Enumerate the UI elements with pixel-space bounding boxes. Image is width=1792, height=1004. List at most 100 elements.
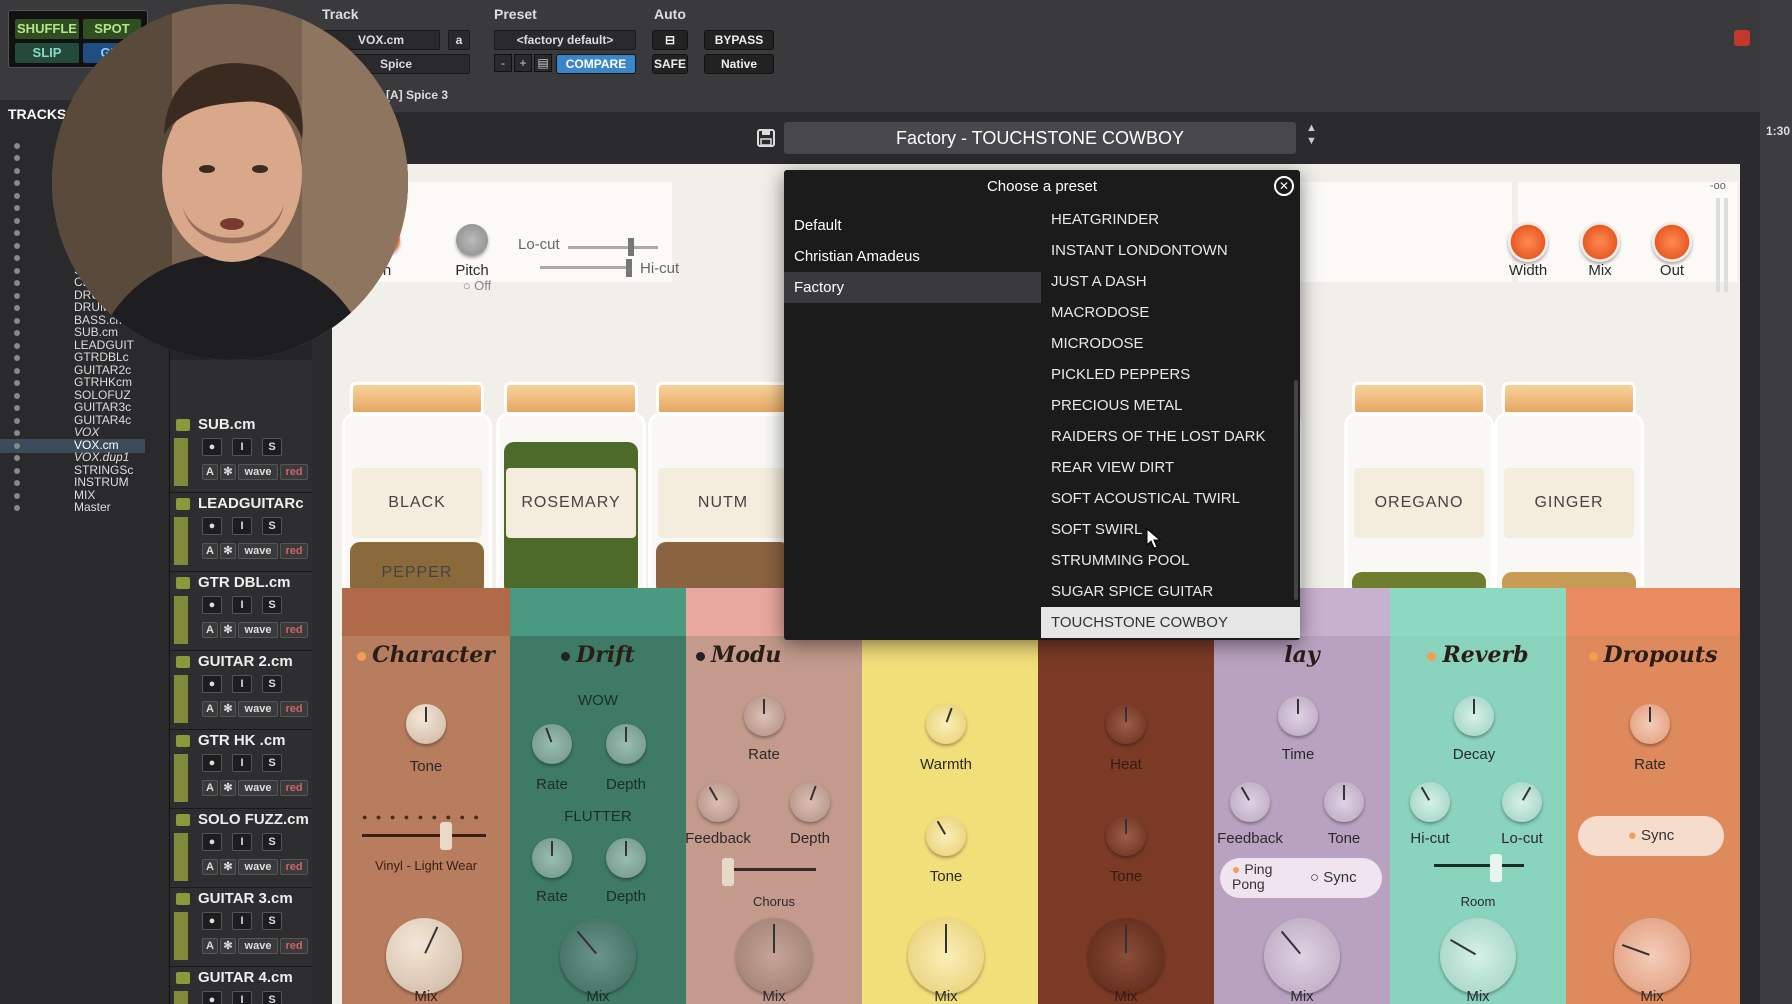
- strip-expand-icon[interactable]: [176, 656, 190, 668]
- input-monitor-button[interactable]: I: [232, 912, 252, 930]
- automation-mode[interactable]: red: [280, 859, 308, 875]
- view-selector[interactable]: wave: [238, 938, 278, 954]
- automation-mode[interactable]: red: [280, 938, 308, 954]
- strip-expand-icon[interactable]: [176, 814, 190, 826]
- strip-expand-icon[interactable]: [176, 419, 190, 431]
- record-button[interactable]: ●: [202, 912, 222, 930]
- mod-rate-knob[interactable]: [744, 696, 784, 736]
- preset-scrollbar[interactable]: [1294, 380, 1298, 600]
- drift-led-icon[interactable]: [561, 651, 571, 661]
- automation-icon[interactable]: A: [202, 859, 218, 875]
- auto-enable-icon[interactable]: ⊟: [652, 30, 688, 50]
- character-mix-knob[interactable]: [386, 918, 462, 994]
- delay-sync-option[interactable]: ○ Sync: [1310, 869, 1357, 886]
- track-visibility-dot[interactable]: [14, 443, 20, 449]
- native-button[interactable]: Native: [704, 54, 774, 74]
- character-tone-knob[interactable]: [406, 704, 446, 744]
- preset-item[interactable]: SOFT SWIRL: [1041, 514, 1300, 545]
- reverb-locut-knob[interactable]: [1502, 782, 1542, 822]
- track-visibility-dot[interactable]: [14, 355, 20, 361]
- track-list-item[interactable]: VOX.dup1: [74, 450, 129, 464]
- view-selector[interactable]: wave: [238, 859, 278, 875]
- compare-button[interactable]: COMPARE: [556, 54, 636, 74]
- delay-time-knob[interactable]: [1278, 696, 1318, 736]
- preset-prev-button[interactable]: -: [494, 54, 512, 72]
- solo-button[interactable]: S: [262, 438, 282, 456]
- track-visibility-dot[interactable]: [14, 380, 20, 386]
- preset-item[interactable]: MICRODOSE: [1041, 328, 1300, 359]
- preset-item[interactable]: JUST A DASH: [1041, 266, 1300, 297]
- spice-jar[interactable]: NUTM: [648, 382, 798, 622]
- dropouts-sync-button[interactable]: ● Sync: [1578, 816, 1724, 856]
- spice-jar[interactable]: BLACK PEPPER: [342, 382, 492, 622]
- track-visibility-dot[interactable]: [14, 243, 20, 249]
- snowflake-icon[interactable]: ✻: [220, 780, 236, 796]
- solo-button[interactable]: S: [262, 991, 282, 1004]
- snowflake-icon[interactable]: ✻: [220, 543, 236, 559]
- pitch-knob[interactable]: [456, 224, 488, 256]
- automation-icon[interactable]: A: [202, 622, 218, 638]
- vinyl-slider[interactable]: [362, 834, 486, 837]
- record-button[interactable]: ●: [202, 754, 222, 772]
- view-selector[interactable]: wave: [238, 464, 278, 480]
- safe-button[interactable]: SAFE: [652, 54, 688, 74]
- track-visibility-dot[interactable]: [14, 480, 20, 486]
- snowflake-icon[interactable]: ✻: [220, 464, 236, 480]
- close-icon[interactable]: ✕: [1274, 176, 1294, 196]
- record-button[interactable]: ●: [202, 517, 222, 535]
- track-visibility-dot[interactable]: [14, 155, 20, 161]
- pingpong-option[interactable]: ● Ping Pong: [1232, 862, 1292, 892]
- preset-item[interactable]: MACRODOSE: [1041, 297, 1300, 328]
- track-visibility-dot[interactable]: [14, 505, 20, 511]
- track-visibility-dot[interactable]: [14, 180, 20, 186]
- input-monitor-button[interactable]: I: [232, 754, 252, 772]
- automation-icon[interactable]: A: [202, 780, 218, 796]
- preset-next-button[interactable]: +: [514, 54, 532, 72]
- output-knob[interactable]: [1652, 222, 1692, 262]
- track-visibility-dot[interactable]: [14, 305, 20, 311]
- track-visibility-dot[interactable]: [14, 293, 20, 299]
- track-visibility-dot[interactable]: [14, 455, 20, 461]
- record-button[interactable]: ●: [202, 675, 222, 693]
- spice-jar[interactable]: OREGANO: [1344, 382, 1494, 622]
- track-visibility-dot[interactable]: [14, 405, 20, 411]
- automation-icon[interactable]: A: [202, 701, 218, 717]
- track-channel-selector[interactable]: a: [448, 30, 470, 50]
- warmth-mix-knob[interactable]: [908, 918, 984, 994]
- strip-expand-icon[interactable]: [176, 972, 190, 984]
- drift-mix-knob[interactable]: [560, 918, 636, 994]
- spice-jar[interactable]: ROSEMARY: [496, 382, 646, 622]
- room-slider[interactable]: [1434, 864, 1524, 867]
- hicut-thumb[interactable]: [626, 259, 632, 277]
- track-visibility-dot[interactable]: [14, 418, 20, 424]
- view-selector[interactable]: wave: [238, 622, 278, 638]
- reverb-decay-knob[interactable]: [1454, 696, 1494, 736]
- track-visibility-dot[interactable]: [14, 268, 20, 274]
- preset-item[interactable]: PICKLED PEPPERS: [1041, 359, 1300, 390]
- mod-feedback-knob[interactable]: [698, 782, 738, 822]
- preset-arrows-icon[interactable]: ▲ ▼: [1306, 122, 1317, 148]
- snowflake-icon[interactable]: ✻: [220, 859, 236, 875]
- track-visibility-dot[interactable]: [14, 218, 20, 224]
- dropouts-led-icon[interactable]: [1588, 651, 1598, 661]
- mod-depth-knob[interactable]: [790, 782, 830, 822]
- snowflake-icon[interactable]: ✻: [220, 701, 236, 717]
- preset-item[interactable]: REAR VIEW DIRT: [1041, 452, 1300, 483]
- solo-button[interactable]: S: [262, 675, 282, 693]
- track-visibility-dot[interactable]: [14, 193, 20, 199]
- slip-mode-button[interactable]: SLIP: [15, 43, 79, 63]
- delay-mode-toggle[interactable]: ● Ping Pong ○ Sync: [1220, 858, 1382, 898]
- track-visibility-dot[interactable]: [14, 205, 20, 211]
- mod-mix-knob[interactable]: [736, 918, 812, 994]
- automation-mode[interactable]: red: [280, 543, 308, 559]
- automation-icon[interactable]: A: [202, 938, 218, 954]
- input-monitor-button[interactable]: I: [232, 596, 252, 614]
- track-visibility-dot[interactable]: [14, 318, 20, 324]
- delay-feedback-knob[interactable]: [1230, 782, 1270, 822]
- view-selector[interactable]: wave: [238, 780, 278, 796]
- input-monitor-button[interactable]: I: [232, 438, 252, 456]
- wow-depth-knob[interactable]: [606, 724, 646, 764]
- preset-item[interactable]: TOUCHSTONE COWBOY: [1041, 607, 1300, 638]
- preset-item[interactable]: RAIDERS OF THE LOST DARK: [1041, 421, 1300, 452]
- track-list-item[interactable]: GTRDBLc: [74, 350, 129, 364]
